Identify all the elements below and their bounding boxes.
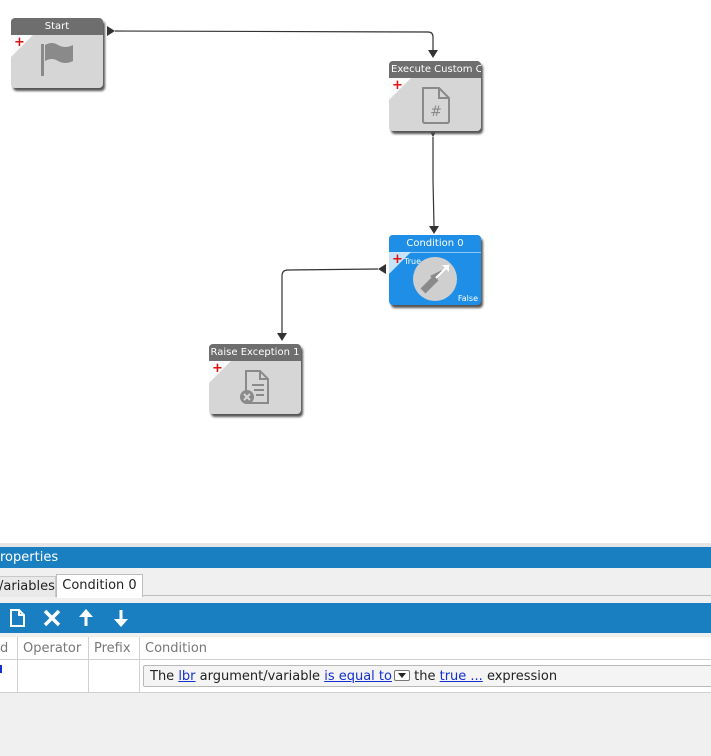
tab-variables[interactable]: /ariables <box>0 576 56 597</box>
add-icon[interactable]: + <box>392 79 403 92</box>
add-icon[interactable]: + <box>14 36 25 49</box>
node-title: Condition 0 <box>389 235 481 253</box>
add-icon[interactable]: + <box>212 362 223 375</box>
add-icon[interactable]: + <box>392 253 403 266</box>
new-document-icon[interactable] <box>5 606 29 630</box>
arrowhead-execute <box>428 50 438 58</box>
panel-title: roperties <box>0 550 59 565</box>
tab-condition-0[interactable]: Condition 0 <box>56 574 143 598</box>
svg-text:#: # <box>430 104 442 120</box>
properties-panel: roperties /ariables Condition 0 d Operat… <box>0 543 711 756</box>
condition-arrows-icon <box>413 257 457 301</box>
row-prefix-cell[interactable] <box>89 660 140 693</box>
arrow-up-icon[interactable] <box>74 606 98 630</box>
script-file-icon: # <box>422 87 450 124</box>
connector-lines <box>107 26 439 341</box>
execute-output-port <box>429 130 437 137</box>
row-and-cell[interactable] <box>0 660 18 693</box>
raise-exception-node[interactable]: Raise Exception 1 + <box>209 344 301 414</box>
tab-strip: /ariables Condition 0 <box>0 572 711 598</box>
properties-header: roperties <box>0 547 711 568</box>
column-header-prefix[interactable]: Prefix <box>89 637 140 660</box>
argument-link[interactable]: lbr <box>178 669 195 684</box>
arrowhead-raise <box>277 333 287 341</box>
arrowhead-condition <box>429 226 439 234</box>
condition-expression[interactable]: The lbr argument/variable is equal to th… <box>143 665 711 687</box>
start-output-port <box>107 26 115 36</box>
column-header-condition[interactable]: Condition <box>140 637 711 660</box>
row-link-marker <box>0 665 2 673</box>
node-title: Execute Custom Cc <box>389 61 481 78</box>
start-node[interactable]: Start + <box>11 18 103 88</box>
node-title: Raise Exception 1 <box>209 344 301 361</box>
execute-custom-code-node[interactable]: Execute Custom Cc + # <box>389 61 481 131</box>
conditions-grid: d Operator Prefix Condition The lbr argu… <box>0 637 711 693</box>
node-title: Start <box>11 18 103 35</box>
row-operator-cell[interactable] <box>18 660 89 693</box>
operator-dropdown-icon[interactable] <box>393 670 410 681</box>
arrow-down-icon[interactable] <box>109 606 133 630</box>
false-label: False <box>457 294 478 303</box>
column-header-operator[interactable]: Operator <box>18 637 89 660</box>
exception-file-icon <box>240 370 269 404</box>
flag-icon <box>41 43 73 76</box>
workflow-canvas[interactable]: Start + Execute Custom Cc + # Condition … <box>0 0 711 543</box>
condition-node[interactable]: Condition 0 + True False <box>389 235 481 305</box>
value-link[interactable]: true ... <box>440 669 483 684</box>
condition-true-port <box>378 264 386 274</box>
delete-x-icon[interactable] <box>40 606 64 630</box>
condition-toolbar <box>0 603 711 633</box>
operator-link[interactable]: is equal to <box>324 669 392 684</box>
column-header-and[interactable]: d <box>0 637 18 660</box>
